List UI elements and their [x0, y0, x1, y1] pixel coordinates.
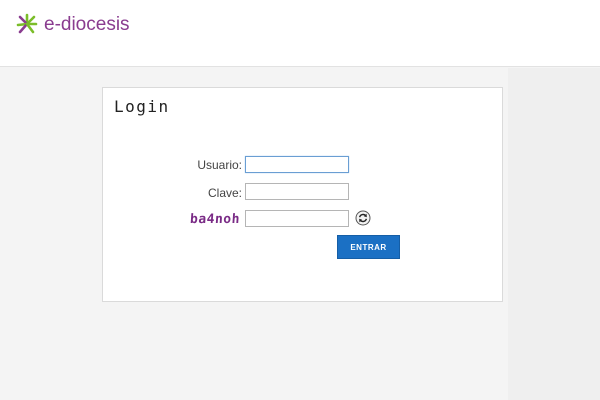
password-label: Clave: [207, 186, 242, 200]
captcha-image: ba4noh [189, 212, 241, 227]
right-background-strip [508, 68, 600, 400]
password-input[interactable] [245, 183, 349, 200]
page-header: e-diocesis [0, 0, 600, 67]
submit-button[interactable]: ENTRAR [337, 235, 400, 259]
sunburst-logo-icon [16, 13, 38, 34]
login-title: Login [114, 97, 170, 116]
username-input[interactable] [245, 156, 349, 173]
logo-text: e-diocesis [44, 14, 130, 35]
username-label: Usuario: [197, 158, 242, 172]
login-panel: Login Usuario: Clave: ba4noh ENTRAR [102, 87, 503, 302]
logo[interactable]: e-diocesis [14, 12, 130, 38]
refresh-captcha-icon[interactable] [355, 210, 371, 226]
captcha-input[interactable] [245, 210, 349, 227]
